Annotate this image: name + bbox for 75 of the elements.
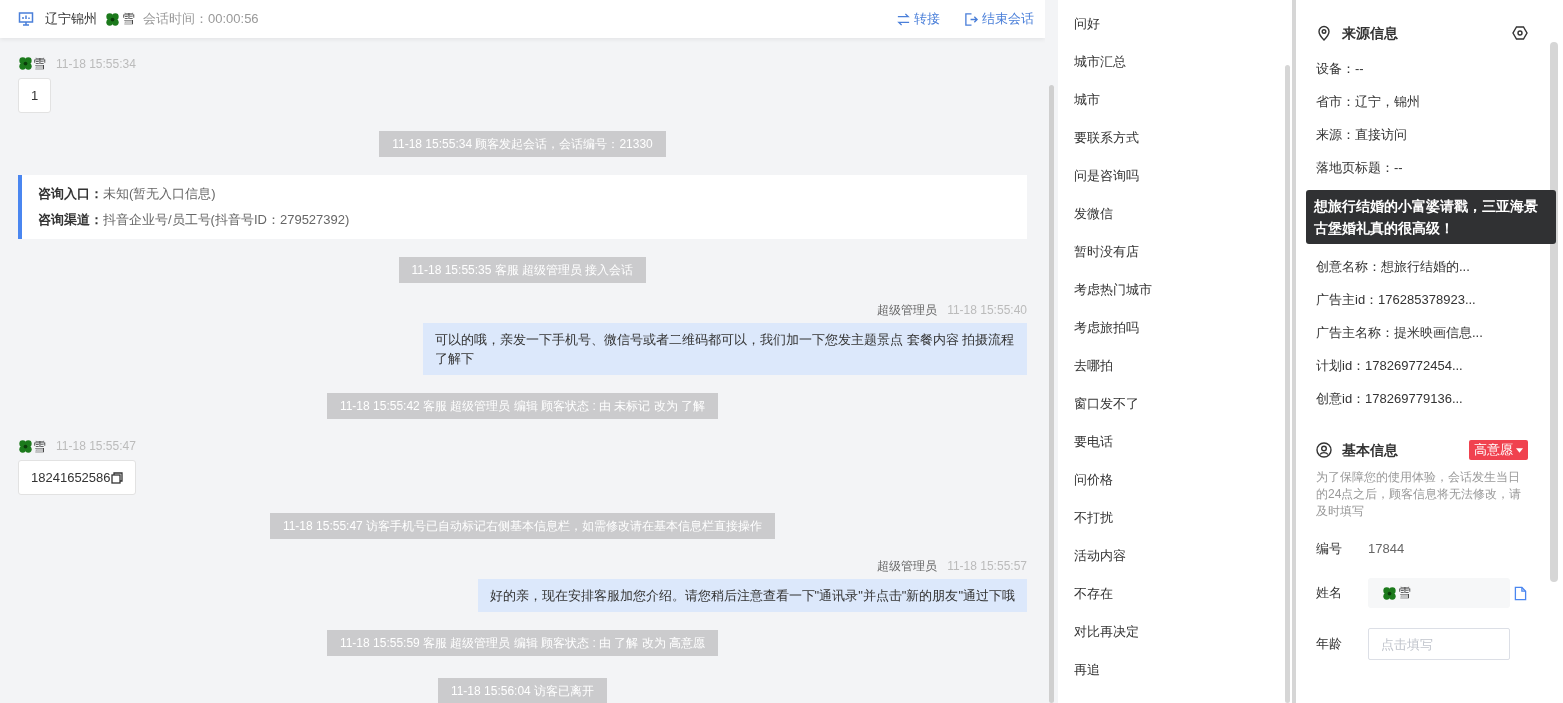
section-title: 基本信息 bbox=[1342, 440, 1398, 460]
quick-reply-item[interactable]: 暂时没有店 bbox=[1074, 242, 1292, 280]
intent-dropdown[interactable]: 高意愿 bbox=[1469, 440, 1528, 460]
quick-reply-item[interactable]: 窗口发不了 bbox=[1074, 394, 1292, 432]
quick-reply-item[interactable]: 不存在 bbox=[1074, 584, 1292, 622]
field-label: 年龄 bbox=[1316, 635, 1343, 654]
quick-reply-item[interactable]: 问价格 bbox=[1074, 470, 1292, 508]
info-label: 咨询渠道： bbox=[38, 211, 103, 229]
source-info-item: 创意id：178269779136... bbox=[1316, 390, 1464, 408]
message-bubble: 18241652586 bbox=[18, 460, 136, 495]
transfer-button[interactable]: 转接 bbox=[896, 9, 940, 29]
quick-reply-item[interactable]: 再追 bbox=[1074, 660, 1292, 698]
info-value: 抖音企业号/员工号(抖音号ID：279527392) bbox=[103, 211, 350, 229]
message-time: 11-18 15:55:47 bbox=[56, 438, 136, 456]
quick-reply-item[interactable]: 要电话 bbox=[1074, 432, 1292, 470]
quick-reply-item[interactable]: 城市汇总 bbox=[1074, 52, 1292, 90]
exit-icon bbox=[964, 11, 979, 27]
scrollbar-thumb[interactable] bbox=[1550, 42, 1558, 582]
quick-reply-item[interactable]: 发微信 bbox=[1074, 204, 1292, 242]
sender-name: 超级管理员 bbox=[877, 558, 938, 575]
scrollbar-thumb[interactable] bbox=[1049, 85, 1054, 703]
field-label: 编号 bbox=[1316, 540, 1343, 559]
location-pin-icon bbox=[1316, 25, 1332, 41]
quick-reply-item[interactable]: 活动内容 bbox=[1074, 546, 1292, 584]
source-info-item: 落地页标题：-- bbox=[1316, 159, 1404, 177]
quick-reply-item[interactable]: 不打扰 bbox=[1074, 508, 1292, 546]
message-time: 11-18 15:55:40 bbox=[947, 301, 1027, 319]
settings-icon[interactable] bbox=[1512, 25, 1528, 41]
clover-icon bbox=[18, 56, 33, 72]
field-label: 姓名 bbox=[1316, 584, 1343, 603]
caret-icon bbox=[1516, 447, 1523, 453]
message-bubble: 可以的哦，亲发一下手机号、微信号或者二维码都可以，我们加一下您发主题景点 套餐内容 拍摄流程了解下 bbox=[423, 322, 1027, 375]
end-session-button[interactable]: 结束会话 bbox=[964, 9, 1034, 29]
section-title: 来源信息 bbox=[1342, 23, 1398, 43]
message-time: 11-18 15:55:34 bbox=[56, 55, 136, 73]
visitor-name: 雪 bbox=[122, 10, 135, 29]
session-time: 会话时间：00:00:56 bbox=[143, 10, 259, 29]
swap-arrows-icon bbox=[896, 11, 911, 27]
source-info-item: 创意名称：想旅行结婚的... bbox=[1316, 258, 1471, 276]
quick-reply-item[interactable]: 要联系方式 bbox=[1074, 128, 1292, 166]
quick-reply-item[interactable]: 城市 bbox=[1074, 90, 1292, 128]
info-label: 咨询入口： bbox=[38, 184, 103, 203]
tooltip: 想旅行结婚的小富婆请戳，三亚海景古堡婚礼真的很高级！ bbox=[1306, 190, 1556, 244]
message-bubble: 1 bbox=[18, 77, 52, 113]
source-info-item: 来源：直接访问 bbox=[1316, 126, 1408, 144]
quick-reply-item[interactable]: 考虑旅拍吗 bbox=[1074, 318, 1292, 356]
source-info-item: 省市：辽宁，锦州 bbox=[1316, 93, 1421, 111]
source-info-item: 广告主id：176285378923... bbox=[1316, 291, 1477, 309]
info-value: 未知(暂无入口信息) bbox=[103, 184, 216, 203]
quick-reply-item[interactable]: 问好 bbox=[1074, 14, 1292, 52]
quick-reply-item[interactable]: 去哪拍 bbox=[1074, 356, 1292, 394]
message-time: 11-18 15:55:57 bbox=[947, 558, 1027, 575]
sender-name: 超级管理员 bbox=[877, 301, 938, 319]
name-field[interactable]: 雪 bbox=[1368, 578, 1510, 608]
source-info-item: 设备：-- bbox=[1316, 60, 1365, 78]
clover-icon bbox=[18, 438, 33, 454]
clover-icon bbox=[105, 11, 120, 27]
clover-icon bbox=[1382, 585, 1397, 601]
user-icon bbox=[1316, 442, 1332, 458]
quick-reply-item[interactable]: 考虑热门城市 bbox=[1074, 280, 1292, 318]
source-info-item: 计划id：178269772454... bbox=[1316, 357, 1464, 375]
document-icon[interactable] bbox=[1514, 585, 1527, 601]
scrollbar-thumb[interactable] bbox=[1285, 65, 1290, 703]
quick-reply-item[interactable]: 问是咨询吗 bbox=[1074, 166, 1292, 204]
sender-name: 雪 bbox=[33, 437, 46, 456]
message-bubble: 好的亲，现在安排客服加您介绍。请您稍后注意查看一下"通讯录"并点击"新的朋友"通过下哦 bbox=[477, 579, 1027, 612]
monitor-icon bbox=[18, 11, 34, 27]
source-info-item: 广告主名称：提米映画信息... bbox=[1316, 324, 1484, 342]
visitor-location: 辽宁锦州 bbox=[45, 10, 97, 29]
copy-icon[interactable] bbox=[110, 471, 123, 484]
sender-name: 雪 bbox=[33, 55, 46, 73]
field-value: 17844 bbox=[1368, 540, 1405, 559]
quick-reply-item[interactable]: 对比再决定 bbox=[1074, 622, 1292, 660]
age-input-field[interactable]: 点击填写 bbox=[1368, 628, 1510, 660]
notice-text: 为了保障您的使用体验，会话发生当日的24点之后，顾客信息将无法修改，请及时填写 bbox=[1316, 469, 1523, 520]
